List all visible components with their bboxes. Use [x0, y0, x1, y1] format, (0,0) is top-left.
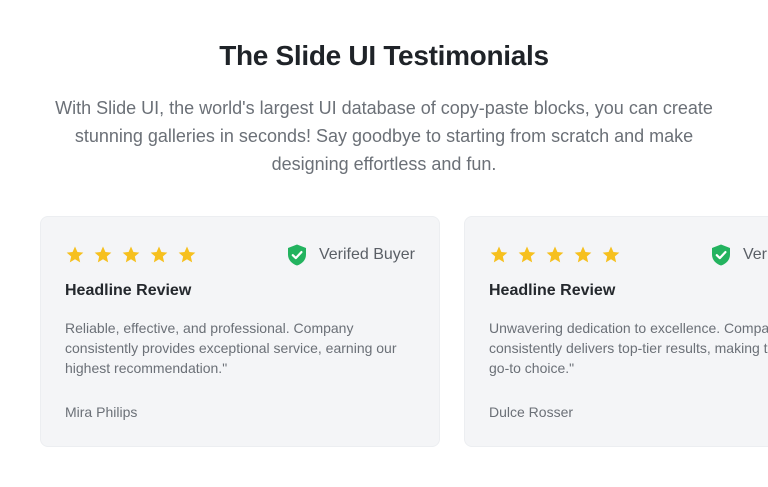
star-icon: [574, 246, 592, 263]
review-author: Dulce Rosser: [489, 404, 574, 420]
star-icon: [178, 246, 196, 263]
star-rating: [489, 245, 621, 265]
review-text: Unwavering dedication to excellence. Com…: [489, 320, 768, 376]
card-header: Verifed Buyer: [489, 243, 768, 267]
testimonials-section: The Slide UI Testimonials With Slide UI,…: [0, 0, 768, 487]
review-headline: Headline Review: [489, 282, 616, 299]
review-text: Reliable, effective, and professional. C…: [65, 320, 397, 376]
star-icon: [602, 246, 620, 263]
verified-shield-icon: [287, 244, 306, 266]
review-headline: Headline Review: [65, 282, 192, 299]
verified-badge: Verifed Buyer: [709, 243, 768, 267]
section-subtitle: With Slide UI, the world's largest UI da…: [55, 98, 713, 174]
star-icon: [66, 246, 84, 263]
star-rating: [65, 245, 197, 265]
section-title: The Slide UI Testimonials: [219, 40, 549, 71]
star-icon: [122, 246, 140, 263]
verified-label: Verifed Buyer: [318, 246, 415, 263]
card-header: Verifed Buyer: [65, 243, 415, 267]
star-icon: [546, 246, 564, 263]
star-icon: [518, 246, 536, 263]
star-icon: [490, 246, 508, 263]
review-author: Mira Philips: [65, 404, 138, 420]
star-icon: [94, 246, 112, 263]
verified-shield-icon: [711, 244, 730, 266]
verified-label: Verifed Buyer: [742, 246, 768, 263]
testimonial-card: Verifed Buyer Headline Review Reliable, …: [40, 216, 440, 447]
verified-badge: Verifed Buyer: [285, 243, 415, 267]
testimonial-card: Verifed Buyer Headline Review Unwavering…: [464, 216, 768, 447]
star-icon: [150, 246, 168, 263]
testimonial-carousel[interactable]: Verifed Buyer Headline Review Reliable, …: [40, 216, 768, 447]
